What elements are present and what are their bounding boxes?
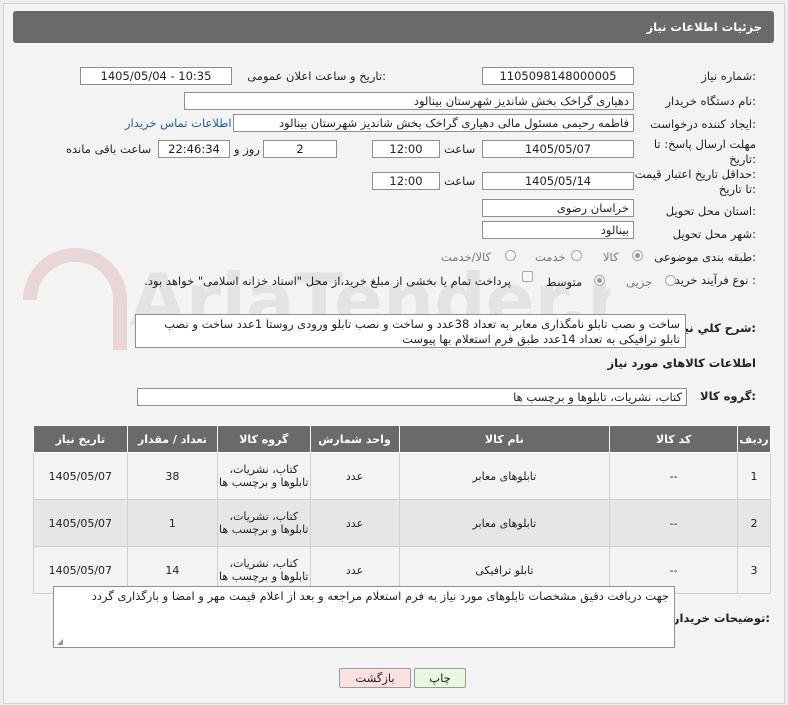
process-label: نوع فرآیند خرید : — [674, 273, 756, 287]
resize-grip-icon[interactable]: ◢ — [55, 638, 63, 646]
deadline-date-field[interactable]: 1405/05/07 — [482, 140, 634, 158]
remaining-label: ساعت باقی مانده — [66, 142, 152, 156]
goods-group-field[interactable]: کتاب، نشریات، تابلوها و برچسب ها — [137, 388, 687, 406]
col-group: گروه کالا — [217, 425, 311, 453]
description-field[interactable]: ساخت و نصب تابلو نامگذاری معابر به تعداد… — [135, 314, 686, 348]
category-radio-service[interactable] — [571, 250, 582, 261]
treasury-checkbox[interactable] — [522, 271, 533, 282]
cell-row: 3 — [737, 546, 771, 594]
cell-unit: عدد — [309, 452, 400, 500]
days-label: روز و — [234, 142, 260, 156]
process-option-minor: جزیی — [626, 275, 653, 289]
creator-label: ایجاد کننده درخواست: — [650, 117, 756, 131]
creator-field[interactable]: فاطمه رحیمی مسئول مالی دهیاری گراخک بخش … — [233, 114, 634, 132]
cell-date: 1405/05/07 — [33, 452, 128, 500]
process-radio-minor[interactable] — [665, 275, 676, 286]
col-qty: تعداد / مقدار — [126, 425, 219, 453]
cell-unit: عدد — [309, 499, 400, 547]
cell-group: کتاب، نشریات، تابلوها و برچسب ها — [217, 499, 311, 547]
category-option-service: خدمت — [535, 250, 566, 264]
cell-code: -- — [609, 452, 739, 500]
process-radio-medium[interactable] — [594, 275, 605, 286]
city-label: شهر محل تحویل: — [672, 227, 756, 241]
cell-row: 1 — [737, 452, 771, 500]
announce-field[interactable]: 1405/05/04 - 10:35 — [80, 67, 232, 85]
buyer-notes-text: جهت دریافت دقیق مشخصات تابلوهای مورد نیا… — [91, 589, 669, 603]
cell-row: 2 — [737, 499, 771, 547]
buyer-notes-field[interactable]: جهت دریافت دقیق مشخصات تابلوهای مورد نیا… — [53, 586, 675, 648]
cell-code: -- — [609, 499, 739, 547]
items-table: ردیف کد کالا نام کالا واحد شمارش گروه کا… — [33, 425, 771, 594]
col-date: تاریخ نیاز — [33, 425, 128, 453]
remaining-time-field[interactable]: 22:46:34 — [158, 140, 230, 158]
deadline-label-date: تاریخ: — [729, 152, 756, 166]
col-name: نام کالا — [398, 425, 611, 453]
table-header-row: ردیف کد کالا نام کالا واحد شمارش گروه کا… — [33, 425, 771, 453]
deadline-label: مهلت ارسال پاسخ: تا — [653, 137, 756, 151]
col-row: ردیف — [737, 425, 771, 453]
need-number-field[interactable]: 1105098148000005 — [482, 67, 634, 85]
need-number-label: شماره نیاز: — [701, 69, 756, 83]
page-title: جزئیات اطلاعات نیاز — [646, 20, 762, 34]
goods-group-label: گروه کالا: — [700, 389, 756, 403]
validity-label: حداقل تاریخ اعتبار قیمت: — [634, 167, 756, 181]
payment-note: پرداخت تمام یا بخشی از مبلغ خرید،از محل … — [144, 274, 511, 288]
cell-qty: 1 — [126, 499, 219, 547]
col-unit: واحد شمارش — [309, 425, 400, 453]
announce-label: تاریخ و ساعت اعلان عمومی: — [247, 69, 386, 83]
validity-date-field[interactable]: 1405/05/14 — [482, 172, 634, 190]
province-field[interactable]: خراسان رضوی — [482, 199, 634, 217]
category-option-goods: کالا — [603, 250, 619, 264]
goods-info-title: اطلاعات کالاهای مورد نیاز — [607, 356, 756, 370]
back-button[interactable]: بازگشت — [339, 668, 411, 688]
category-radio-goods[interactable] — [632, 250, 643, 261]
deadline-time-label: ساعت — [444, 142, 476, 156]
city-field[interactable]: بینالود — [482, 221, 634, 239]
days-field[interactable]: 2 — [263, 140, 337, 158]
process-option-medium: متوسط — [546, 275, 583, 289]
cell-date: 1405/05/07 — [33, 499, 128, 547]
table-row: 1 -- تابلوهای معابر عدد کتاب، نشریات، تا… — [33, 452, 771, 500]
table-row: 2 -- تابلوهای معابر عدد کتاب، نشریات، تا… — [33, 499, 771, 547]
page-header: جزئیات اطلاعات نیاز — [13, 11, 774, 43]
deadline-time-field[interactable]: 12:00 — [372, 140, 440, 158]
description-label: شرح كلي نياز: — [673, 321, 756, 335]
cell-name: تابلوهای معابر — [398, 499, 611, 547]
validity-label-date: تا تاریخ: — [718, 182, 756, 196]
buyer-org-field[interactable]: دهیاری گراخک بخش شاندیز شهرستان بینالود — [184, 92, 634, 110]
category-label: طبقه بندی موضوعی: — [654, 250, 756, 264]
cell-qty: 38 — [126, 452, 219, 500]
category-radio-goods-service[interactable] — [505, 250, 516, 261]
cell-name: تابلوهای معابر — [398, 452, 611, 500]
cell-group: کتاب، نشریات، تابلوها و برچسب ها — [217, 452, 311, 500]
buyer-notes-label: توضیحات خریدار: — [672, 611, 770, 625]
col-code: کد کالا — [609, 425, 739, 453]
province-label: استان محل تحویل: — [665, 204, 756, 218]
validity-time-field[interactable]: 12:00 — [372, 172, 440, 190]
validity-time-label: ساعت — [444, 174, 476, 188]
contact-buyer-link[interactable]: اطلاعات تماس خریدار — [125, 116, 232, 130]
category-option-goods-service: کالا/خدمت — [441, 250, 492, 264]
print-button[interactable]: چاپ — [414, 668, 466, 688]
buyer-org-label: نام دستگاه خریدار: — [665, 94, 756, 108]
